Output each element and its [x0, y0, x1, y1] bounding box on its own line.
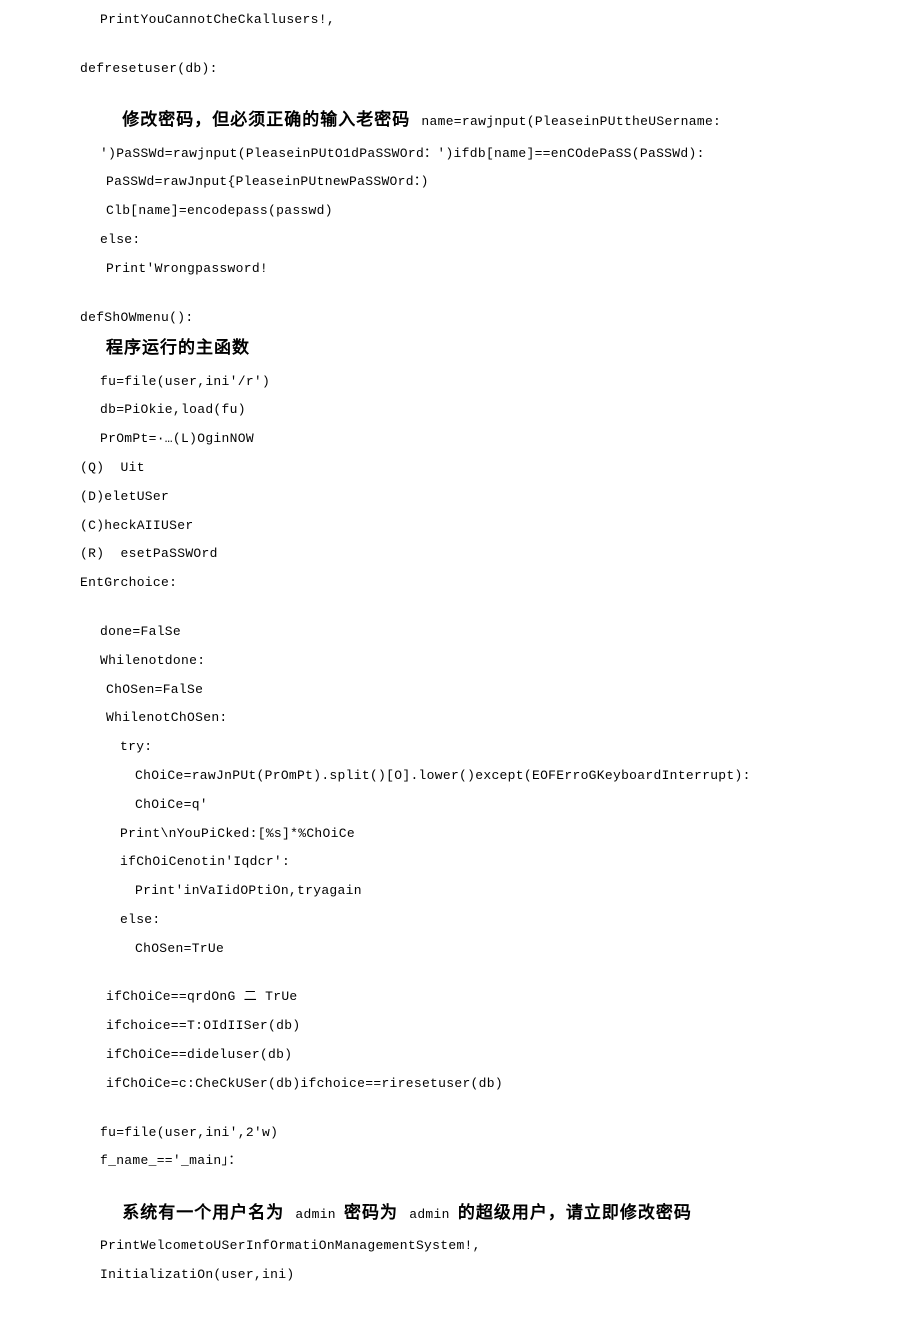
- code-line: ChOSen=TrUe: [80, 939, 920, 960]
- code-line: ChOiCe=q': [80, 795, 920, 816]
- code-line: PaSSWd=rawJnput{PleaseinPUtnewPaSSWOrd：): [80, 172, 920, 193]
- en-text: admin: [295, 1207, 344, 1222]
- code-line: PrintYouCannotCheCkallusers!,: [80, 10, 920, 31]
- cn-text: 修改密码，但必须正确的输入老密码: [122, 112, 421, 131]
- code-line: done=FalSe: [80, 622, 920, 643]
- code-line: (Q) Uit: [80, 458, 920, 479]
- heading-line: 程序运行的主函数: [80, 336, 920, 363]
- code-line: (R) esetPaSSWOrd: [80, 544, 920, 565]
- code-line: try:: [80, 737, 920, 758]
- cn-text: 系统有一个用户名为: [122, 1205, 295, 1224]
- code-line: ifChOiCe=c:CheCkUSer(db)ifchoice==rirese…: [80, 1074, 920, 1095]
- code-line: WhilenotChOSen:: [80, 708, 920, 729]
- code-line: ifchoice==T:OIdIISer(db): [80, 1016, 920, 1037]
- code-line: Clb[name]=encodepass(passwd): [80, 201, 920, 222]
- code-line: (D)eletUSer: [80, 487, 920, 508]
- code-line: db=PiOkie,load(fu): [80, 400, 920, 421]
- code-line: fu=file(user,ini',2'w): [80, 1123, 920, 1144]
- code-line: EntGrchoice:: [80, 573, 920, 594]
- code-line: ifChOiCenotin′Iqdcr':: [80, 852, 920, 873]
- code-line: ChOSen=FalSe: [80, 680, 920, 701]
- code-line: Print'Wrongpassword!: [80, 259, 920, 280]
- code-line: ifChOiCe==qrdOnG 二 TrUe: [80, 987, 920, 1008]
- code-line: Whilenotdone:: [80, 651, 920, 672]
- cn-text: 的超级用户，请立即修改密码: [458, 1205, 692, 1224]
- code-line: f_name_=='_main」：: [80, 1151, 920, 1172]
- en-text: admin: [409, 1207, 458, 1222]
- code-line: Print\nYouPiCked:[%s]*%ChOiCe: [80, 824, 920, 845]
- code-line: PrOmPt=·…(L)OginNOW: [80, 429, 920, 450]
- code-line: defresetuser(db):: [80, 59, 920, 80]
- code-line: fu=file(user,ini'/r'): [80, 372, 920, 393]
- code-line: ifChOiCe==dideluser(db): [80, 1045, 920, 1066]
- heading-line: 修改密码，但必须正确的输入老密码 name=rawjnput(PleaseinP…: [80, 88, 920, 136]
- code-line: Print'inVaIidOPtiOn,tryagain: [80, 881, 920, 902]
- code-line: else:: [80, 230, 920, 251]
- code-line: ChOiCe=rawJnPUt(PrOmPt).split()[O].lower…: [80, 766, 920, 787]
- code-line: ')PaSSWd=rawjnput(PleaseinPUtO1dPaSSWOrd…: [80, 144, 920, 165]
- en-text: name=rawjnput(PleaseinPUttheUSername:: [421, 114, 721, 129]
- heading-line: 系统有一个用户名为 admin 密码为 admin 的超级用户，请立即修改密码: [80, 1180, 920, 1228]
- code-line: defShOWmenu():: [80, 308, 920, 329]
- cn-text: 密码为: [344, 1205, 409, 1224]
- code-line: else:: [80, 910, 920, 931]
- code-line: PrintWelcometoUSerInfOrmatiOnManagementS…: [80, 1236, 920, 1257]
- code-line: (C)heckAIIUSer: [80, 516, 920, 537]
